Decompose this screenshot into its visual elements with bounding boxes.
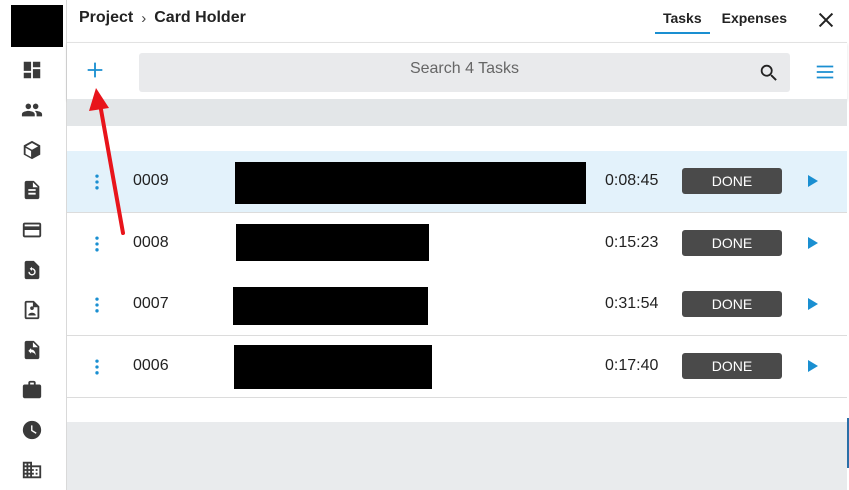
- play-icon[interactable]: [804, 173, 820, 189]
- redacted-task-name: [236, 224, 429, 261]
- done-button[interactable]: DONE: [682, 168, 782, 194]
- list-empty-area: [67, 422, 847, 490]
- task-duration: 0:31:54: [605, 295, 659, 312]
- main-panel: Project › Card Holder Tasks Expenses Sea…: [67, 0, 847, 490]
- dashboard-icon[interactable]: [20, 58, 44, 82]
- add-task-button[interactable]: [84, 59, 106, 81]
- more-options-icon[interactable]: [87, 171, 107, 193]
- task-id: 0007: [133, 295, 169, 312]
- breadcrumb: Project › Card Holder: [79, 9, 246, 27]
- toolbar: [67, 42, 847, 99]
- breadcrumb-project[interactable]: Project: [79, 9, 133, 27]
- play-icon[interactable]: [804, 358, 820, 374]
- redacted-task-name: [234, 345, 432, 389]
- done-button[interactable]: DONE: [682, 291, 782, 317]
- task-id: 0006: [133, 357, 169, 374]
- people-icon[interactable]: [20, 98, 44, 122]
- header: Project › Card Holder Tasks Expenses: [67, 0, 847, 42]
- play-icon[interactable]: [804, 235, 820, 251]
- task-row[interactable]: 0008 0:15:23 DONE: [67, 213, 847, 275]
- list-header-band: [67, 99, 847, 126]
- task-duration: 0:08:45: [605, 172, 659, 189]
- task-id: 0008: [133, 234, 169, 251]
- redacted-task-name: [233, 287, 428, 325]
- credit-card-icon[interactable]: [20, 218, 44, 242]
- contact-document-icon[interactable]: [20, 298, 44, 322]
- task-duration: 0:15:23: [605, 234, 659, 251]
- tab-expenses[interactable]: Expenses: [714, 0, 795, 42]
- clock-icon[interactable]: [20, 418, 44, 442]
- redacted-task-name: [235, 162, 586, 204]
- document-undo-icon[interactable]: [20, 338, 44, 362]
- task-list: 0009 0:08:45 DONE 0008 0:15:23 DONE 0007…: [67, 126, 847, 422]
- more-options-icon[interactable]: [87, 356, 107, 378]
- document-icon[interactable]: [20, 178, 44, 202]
- cube-icon[interactable]: [20, 138, 44, 162]
- task-row[interactable]: 0006 0:17:40 DONE: [67, 336, 847, 398]
- app-logo: [11, 5, 63, 47]
- tab-bar: Tasks Expenses: [654, 0, 795, 42]
- sidebar: [0, 0, 67, 490]
- done-button[interactable]: DONE: [682, 353, 782, 379]
- breadcrumb-current: Card Holder: [154, 9, 246, 26]
- search-bar: [139, 53, 790, 92]
- building-icon[interactable]: [20, 458, 44, 482]
- search-input[interactable]: [184, 53, 745, 84]
- history-icon[interactable]: [20, 258, 44, 282]
- more-options-icon[interactable]: [87, 233, 107, 255]
- briefcase-icon[interactable]: [20, 378, 44, 402]
- plus-icon: [87, 62, 103, 78]
- search-icon[interactable]: [758, 62, 780, 84]
- hamburger-menu-icon[interactable]: [814, 61, 836, 83]
- done-button[interactable]: DONE: [682, 230, 782, 256]
- task-row[interactable]: 0009 0:08:45 DONE: [67, 151, 847, 213]
- task-duration: 0:17:40: [605, 357, 659, 374]
- task-id: 0009: [133, 172, 169, 189]
- task-row[interactable]: 0007 0:31:54 DONE: [67, 274, 847, 336]
- close-icon[interactable]: [815, 9, 837, 31]
- more-options-icon[interactable]: [87, 294, 107, 316]
- play-icon[interactable]: [804, 296, 820, 312]
- breadcrumb-separator: ›: [141, 9, 147, 27]
- tab-tasks[interactable]: Tasks: [654, 0, 710, 34]
